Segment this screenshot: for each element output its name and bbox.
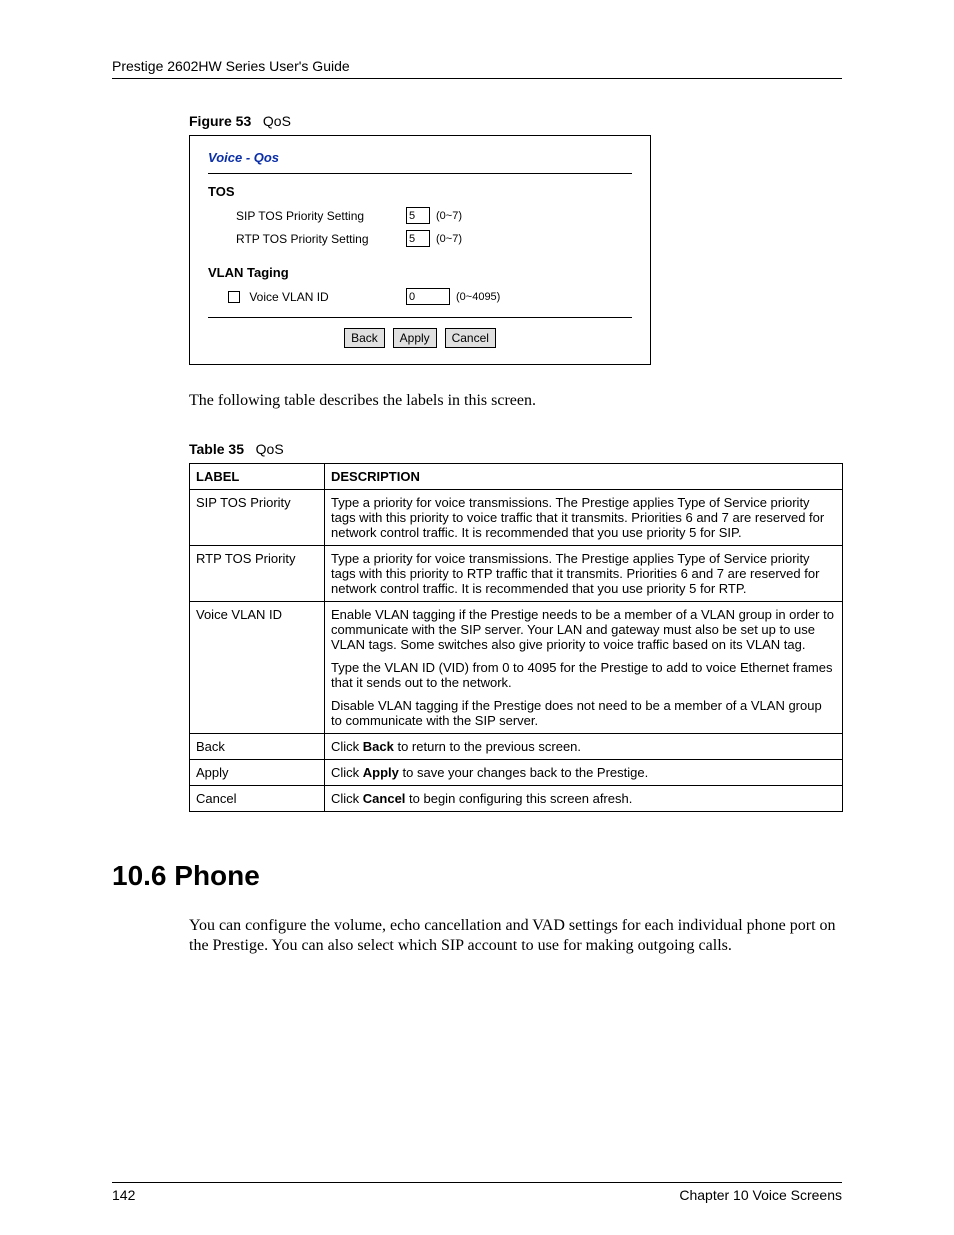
col-description: DESCRIPTION xyxy=(325,464,843,490)
cell-desc: Type a priority for voice transmissions.… xyxy=(325,546,843,602)
cell-label: SIP TOS Priority xyxy=(190,490,325,546)
table-title: QoS xyxy=(256,441,284,457)
table-row: RTP TOS Priority Type a priority for voi… xyxy=(190,546,843,602)
table-header-row: LABEL DESCRIPTION xyxy=(190,464,843,490)
divider xyxy=(208,317,632,318)
figure-title: QoS xyxy=(263,113,291,129)
page-number: 142 xyxy=(112,1187,135,1203)
cell-label: Voice VLAN ID xyxy=(190,602,325,734)
table-row: Apply Click Apply to save your changes b… xyxy=(190,760,843,786)
desc-paragraph: Disable VLAN tagging if the Prestige doe… xyxy=(331,698,836,728)
rtp-tos-label: RTP TOS Priority Setting xyxy=(236,232,406,246)
cell-desc: Enable VLAN tagging if the Prestige need… xyxy=(325,602,843,734)
qos-table: LABEL DESCRIPTION SIP TOS Priority Type … xyxy=(189,463,843,812)
cell-label: Cancel xyxy=(190,786,325,812)
section-paragraph: You can configure the volume, echo cance… xyxy=(189,916,842,956)
cell-desc: Click Back to return to the previous scr… xyxy=(325,734,843,760)
page-header: Prestige 2602HW Series User's Guide xyxy=(112,58,842,79)
cell-desc: Click Apply to save your changes back to… xyxy=(325,760,843,786)
table-row: Back Click Back to return to the previou… xyxy=(190,734,843,760)
vlan-range: (0~4095) xyxy=(456,291,500,303)
sip-tos-label: SIP TOS Priority Setting xyxy=(236,209,406,223)
button-row: Back Apply Cancel xyxy=(208,328,632,348)
rtp-tos-range: (0~7) xyxy=(436,233,462,245)
sip-tos-input[interactable] xyxy=(406,207,430,224)
table-number: Table 35 xyxy=(189,441,244,457)
back-button[interactable]: Back xyxy=(344,328,385,348)
cell-label: Back xyxy=(190,734,325,760)
figure-number: Figure 53 xyxy=(189,113,251,129)
rtp-tos-row: RTP TOS Priority Setting (0~7) xyxy=(236,230,632,247)
desc-paragraph: Enable VLAN tagging if the Prestige need… xyxy=(331,607,836,652)
rtp-tos-input[interactable] xyxy=(406,230,430,247)
cell-label: RTP TOS Priority xyxy=(190,546,325,602)
apply-button[interactable]: Apply xyxy=(393,328,437,348)
vlan-checkbox[interactable] xyxy=(228,291,240,303)
section-heading: 10.6 Phone xyxy=(112,860,842,892)
vlan-row: Voice VLAN ID (0~4095) xyxy=(228,288,632,305)
table-row: Voice VLAN ID Enable VLAN tagging if the… xyxy=(190,602,843,734)
vlan-checkbox-label: Voice VLAN ID xyxy=(249,290,328,304)
tos-section-label: TOS xyxy=(208,184,632,199)
table-row: SIP TOS Priority Type a priority for voi… xyxy=(190,490,843,546)
intro-paragraph: The following table describes the labels… xyxy=(189,391,842,411)
sip-tos-row: SIP TOS Priority Setting (0~7) xyxy=(236,207,632,224)
cancel-button[interactable]: Cancel xyxy=(445,328,496,348)
sip-tos-range: (0~7) xyxy=(436,210,462,222)
cell-desc: Click Cancel to begin configuring this s… xyxy=(325,786,843,812)
divider xyxy=(208,173,632,174)
vlan-id-input[interactable] xyxy=(406,288,450,305)
col-label: LABEL xyxy=(190,464,325,490)
cell-label: Apply xyxy=(190,760,325,786)
panel-title: Voice - Qos xyxy=(208,150,632,165)
page-footer: 142 Chapter 10 Voice Screens xyxy=(112,1182,842,1203)
vlan-section-label: VLAN Taging xyxy=(208,265,632,280)
table-row: Cancel Click Cancel to begin configuring… xyxy=(190,786,843,812)
cell-desc: Type a priority for voice transmissions.… xyxy=(325,490,843,546)
chapter-label: Chapter 10 Voice Screens xyxy=(679,1187,842,1203)
qos-screenshot: Voice - Qos TOS SIP TOS Priority Setting… xyxy=(189,135,651,365)
figure-caption: Figure 53 QoS xyxy=(189,113,842,129)
table-caption: Table 35 QoS xyxy=(189,441,842,457)
desc-paragraph: Type the VLAN ID (VID) from 0 to 4095 fo… xyxy=(331,660,836,690)
